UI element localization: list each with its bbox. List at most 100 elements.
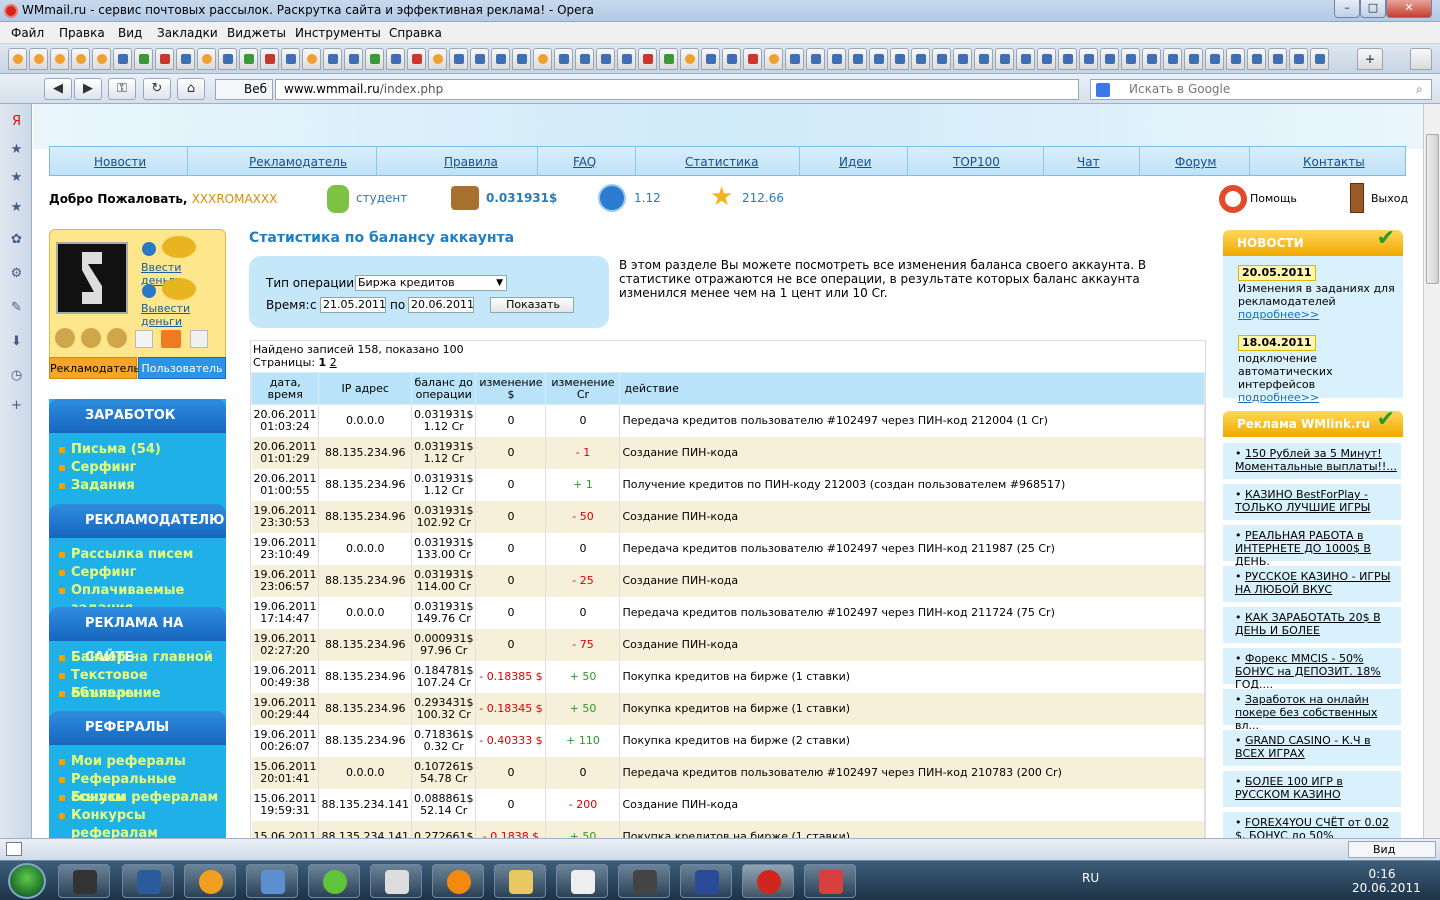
forward-icon[interactable]: ▶ [74,78,102,100]
browser-tab[interactable] [680,48,699,70]
news-more-link[interactable]: подробнее>> [1238,308,1319,321]
menu-bookmarks[interactable]: Закладки [157,26,218,40]
browser-tab[interactable] [50,48,69,70]
taskbar-ip[interactable] [370,864,422,898]
ad-link[interactable]: 150 Рублей за 5 Минут! Моментальные выпл… [1235,447,1397,473]
date-to-input[interactable]: 20.06.2011 [408,297,474,313]
browser-tab[interactable] [365,48,384,70]
ad-link[interactable]: Заработок на онлайн покере без собственн… [1235,693,1377,732]
browser-tab[interactable] [869,48,888,70]
nav-news[interactable]: Новости [94,155,146,169]
nav-statistics[interactable]: Статистика [685,155,759,169]
page-scrollbar[interactable] [1423,104,1440,838]
browser-tab[interactable] [1121,48,1140,70]
widgets-icon[interactable]: ✿ [9,232,24,247]
browser-tab[interactable] [533,48,552,70]
ad-item[interactable]: • КАЗИНО BestForPlay - ТОЛЬКО ЛУЧШИЕ ИГР… [1223,484,1401,520]
help-icon[interactable] [1219,185,1247,213]
menu-item-surfing[interactable]: Серфинг [49,459,226,477]
browser-tab[interactable] [449,48,468,70]
browser-tab[interactable] [1058,48,1077,70]
browser-tab[interactable] [176,48,195,70]
ad-item[interactable]: • БОЛЕЕ 100 ИГР в РУССКОМ КАЗИНО [1223,771,1401,807]
ad-item[interactable]: • РЕАЛЬНАЯ РАБОТА в ИНТЕРНЕТЕ ДО 1000$ В… [1223,525,1401,568]
menu-item-letters[interactable]: Письма (54) [49,441,226,459]
ad-item[interactable]: • Заработок на онлайн покере без собстве… [1223,689,1401,732]
browser-tab[interactable] [638,48,657,70]
browser-tab[interactable] [1205,48,1224,70]
menu-tools[interactable]: Инструменты [295,26,381,40]
menu-item-ref-links[interactable]: Реферальные ссылки [49,771,226,805]
username[interactable]: XXXROMAXXX [192,192,278,206]
taskbar-icq[interactable] [308,864,360,898]
role-user-tab[interactable]: Пользователь [138,357,226,379]
maximize-button[interactable]: □ [1360,0,1386,18]
menu-edit[interactable]: Правка [59,26,105,40]
browser-tab[interactable] [113,48,132,70]
ad-item[interactable]: • РУССКОЕ КАЗИНО - ИГРЫ НА ЛЮБОЙ ВКУС [1223,566,1401,602]
menu-item-text-ad[interactable]: Текстовое объявление [49,667,226,701]
withdraw-link[interactable]: Вывести деньги [141,302,225,328]
browser-tab[interactable] [470,48,489,70]
ad-item[interactable]: • GRAND CASINO - К.Ч в ВСЕХ ИГРАХ [1223,730,1401,766]
ad-link[interactable]: FOREX4YOU СЧЁТ от 0.02 $, БОНУС до 50% [1235,816,1389,838]
back-icon[interactable]: ◀ [44,78,72,100]
browser-tab[interactable] [932,48,951,70]
browser-tab[interactable] [995,48,1014,70]
browser-tab[interactable] [386,48,405,70]
nav-advertiser[interactable]: Рекламодатель [249,155,347,169]
home-icon[interactable]: ⌂ [177,78,205,100]
new-tab-button[interactable]: + [1357,48,1383,70]
menu-item-surfing-adv[interactable]: Серфинг [49,564,226,582]
browser-tab[interactable] [596,48,615,70]
section-site-ads-title[interactable]: РЕКЛАМА НА САЙТЕ [49,607,226,665]
browser-tab[interactable] [29,48,48,70]
browser-tab[interactable] [239,48,258,70]
browser-tab[interactable] [701,48,720,70]
browser-tab[interactable] [722,48,741,70]
browser-tab[interactable] [134,48,153,70]
browser-tab[interactable] [344,48,363,70]
unite-icon[interactable]: ⚙ [9,266,24,281]
nav-chat[interactable]: Чат [1077,155,1100,169]
wand-icon[interactable]: ⚿ [108,78,136,100]
taskbar-counter-strike[interactable] [618,864,670,898]
trash-icon[interactable] [1410,48,1432,70]
start-button[interactable] [8,863,46,899]
panel-toggle-icon[interactable] [6,842,22,856]
role-advertiser-tab[interactable]: Рекламодатель [49,357,140,379]
menu-item-tasks[interactable]: Задания [49,477,226,495]
browser-tab[interactable] [218,48,237,70]
browser-tab[interactable] [491,48,510,70]
page-1[interactable]: 1 [319,356,327,369]
menu-item-banners[interactable]: Баннеры [49,685,226,703]
chart-icon[interactable] [190,330,208,348]
nav-top100[interactable]: TOP100 [953,155,1000,169]
browser-tab[interactable] [1100,48,1119,70]
exit-door-icon[interactable] [1350,183,1364,213]
browser-tab[interactable] [92,48,111,70]
scrollbar-thumb[interactable] [1426,134,1439,284]
notes-icon[interactable]: ✎ [9,300,24,315]
page-2[interactable]: 2 [330,356,337,369]
browser-tab[interactable] [848,48,867,70]
taskbar-txt[interactable] [246,864,298,898]
taskbar-safesurf[interactable] [680,864,732,898]
menu-item-ref-bonuses[interactable]: Бонусы рефералам [49,789,226,807]
ad-link[interactable]: БОЛЕЕ 100 ИГР в РУССКОМ КАЗИНО [1235,775,1343,801]
browser-tab[interactable] [407,48,426,70]
browser-tab[interactable] [1310,48,1329,70]
nav-rules[interactable]: Правила [444,155,498,169]
menu-item-mailing[interactable]: Рассылка писем [49,546,226,564]
nav-ideas[interactable]: Идеи [839,155,871,169]
close-button[interactable]: ✕ [1386,0,1432,18]
menu-file[interactable]: Файл [11,26,44,40]
browser-tab[interactable] [617,48,636,70]
browser-tab[interactable] [197,48,216,70]
bookmark-icon[interactable]: ★ [9,200,24,215]
browser-tab[interactable] [1016,48,1035,70]
show-button[interactable]: Показать [490,297,574,313]
browser-tab[interactable] [155,48,174,70]
downloads-icon[interactable]: ⬇ [9,334,24,349]
search-engine-label[interactable]: Веб [215,79,273,100]
